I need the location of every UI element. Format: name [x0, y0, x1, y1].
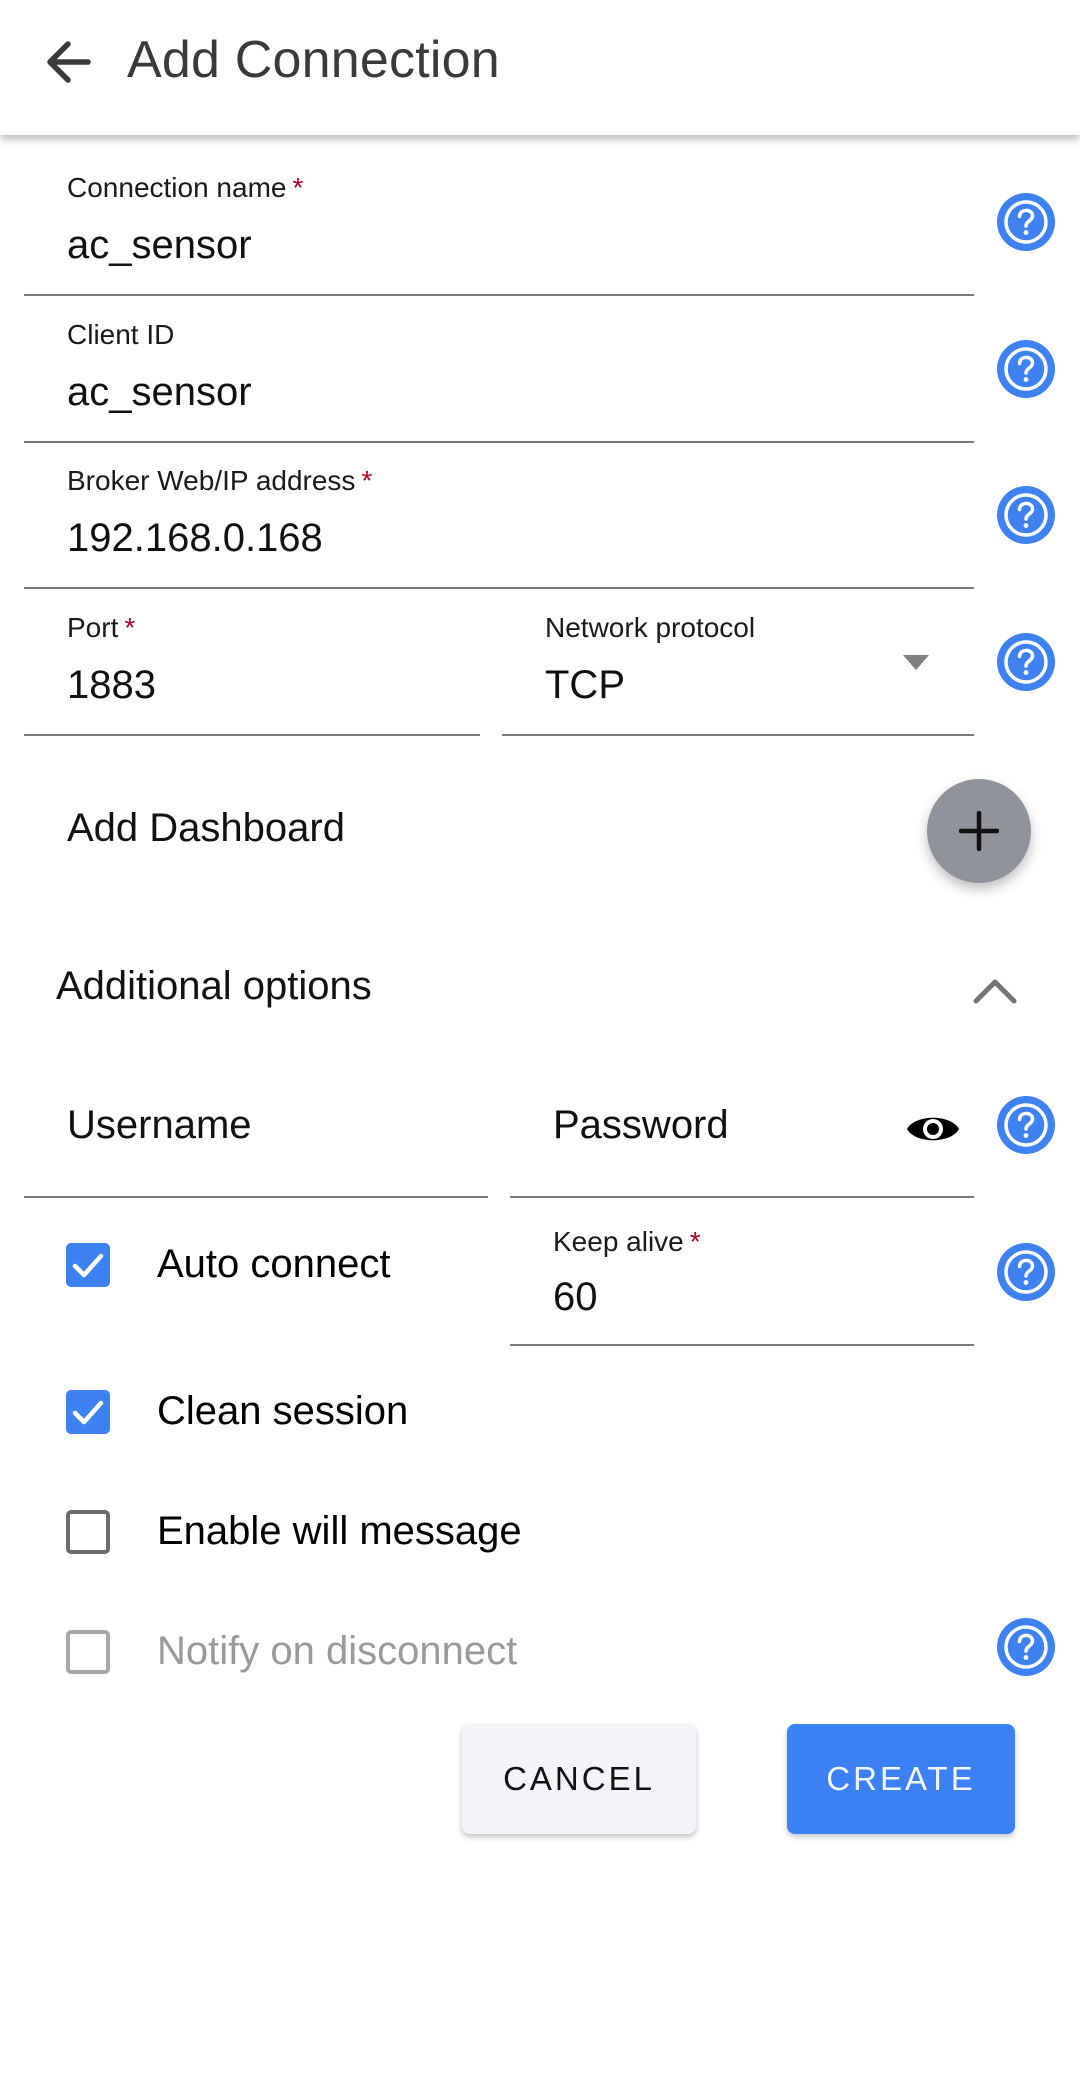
help-button-keep-alive[interactable]	[996, 1242, 1056, 1302]
connection-name-field[interactable]: Connection name * ac_sensor	[24, 150, 974, 296]
arrow-left-icon	[47, 41, 91, 83]
notify-disconnect-label: Notify on disconnect	[157, 1629, 518, 1673]
password-field[interactable]: Password	[510, 1060, 974, 1198]
client-id-input[interactable]: ac_sensor	[67, 369, 252, 415]
client-id-label: Client ID	[67, 319, 175, 350]
checkmark-icon	[72, 1400, 104, 1425]
help-circle-icon	[997, 1096, 1055, 1154]
underline	[24, 294, 974, 296]
underline	[24, 734, 480, 736]
broker-address-field[interactable]: Broker Web/IP address * 192.168.0.168	[24, 443, 974, 589]
connection-name-label: Connection name *	[67, 172, 304, 203]
required-mark: *	[689, 1226, 701, 1257]
cancel-button[interactable]: CANCEL	[462, 1724, 696, 1834]
dropdown-arrow-icon	[903, 655, 929, 670]
enable-will-label: Enable will message	[157, 1509, 522, 1553]
help-circle-icon	[997, 486, 1055, 544]
keep-alive-field[interactable]: Keep alive * 60	[510, 1198, 974, 1346]
checkmark-icon	[72, 1253, 104, 1278]
port-input[interactable]: 1883	[67, 662, 156, 708]
enable-will-checkbox-row[interactable]: Enable will message	[64, 1509, 584, 1560]
connection-name-input[interactable]: ac_sensor	[67, 222, 252, 268]
keep-alive-input[interactable]: 60	[553, 1274, 598, 1320]
username-input[interactable]: Username	[67, 1102, 252, 1148]
add-dashboard-label: Add Dashboard	[67, 806, 345, 850]
required-mark: *	[292, 172, 304, 203]
required-mark: *	[361, 465, 373, 496]
username-field[interactable]: Username	[24, 1060, 488, 1198]
network-protocol-select[interactable]: Network protocol TCP	[502, 590, 974, 736]
underline	[502, 734, 974, 736]
clean-session-checkbox-row[interactable]: Clean session	[64, 1389, 484, 1440]
chevron-up-icon[interactable]	[972, 975, 1018, 1005]
clean-session-label: Clean session	[157, 1389, 409, 1433]
client-id-field[interactable]: Client ID ac_sensor	[24, 297, 974, 443]
plus-icon	[959, 811, 999, 851]
help-circle-icon	[997, 633, 1055, 691]
network-protocol-value: TCP	[545, 663, 625, 707]
broker-address-input[interactable]: 192.168.0.168	[67, 515, 323, 561]
help-circle-icon	[997, 193, 1055, 251]
back-button[interactable]	[40, 34, 96, 90]
port-field[interactable]: Port * 1883	[24, 590, 480, 736]
required-mark: *	[124, 612, 136, 643]
auto-connect-label: Auto connect	[157, 1242, 391, 1286]
help-circle-icon	[997, 1618, 1055, 1676]
additional-options-header[interactable]: Additional options	[0, 945, 1080, 1035]
broker-address-label: Broker Web/IP address *	[67, 465, 373, 496]
help-button-broker[interactable]	[996, 485, 1056, 545]
help-button-notify[interactable]	[996, 1617, 1056, 1677]
keep-alive-label: Keep alive *	[553, 1226, 701, 1257]
create-button[interactable]: CREATE	[787, 1724, 1015, 1834]
eye-icon[interactable]	[905, 1110, 961, 1148]
underline	[24, 1196, 488, 1198]
help-button-client-id[interactable]	[996, 339, 1056, 399]
port-label: Port *	[67, 612, 136, 643]
notify-disconnect-checkbox[interactable]	[66, 1630, 110, 1674]
underline	[510, 1344, 974, 1346]
help-circle-icon	[997, 340, 1055, 398]
help-button-port-protocol[interactable]	[996, 632, 1056, 692]
network-protocol-label: Network protocol	[545, 612, 756, 643]
underline	[24, 587, 974, 589]
clean-session-checkbox[interactable]	[66, 1390, 110, 1434]
auto-connect-checkbox[interactable]	[66, 1243, 110, 1287]
notify-disconnect-checkbox-row[interactable]: Notify on disconnect	[64, 1629, 584, 1680]
app-bar: Add Connection	[0, 0, 1080, 135]
password-input[interactable]: Password	[553, 1102, 729, 1148]
auto-connect-checkbox-row[interactable]: Auto connect	[64, 1242, 484, 1293]
page-title: Add Connection	[127, 31, 500, 89]
help-circle-icon	[997, 1243, 1055, 1301]
help-button-credentials[interactable]	[996, 1095, 1056, 1155]
add-dashboard-button[interactable]	[927, 779, 1031, 883]
enable-will-checkbox[interactable]	[66, 1510, 110, 1554]
help-button-connection-name[interactable]	[996, 192, 1056, 252]
additional-options-label: Additional options	[56, 964, 372, 1008]
